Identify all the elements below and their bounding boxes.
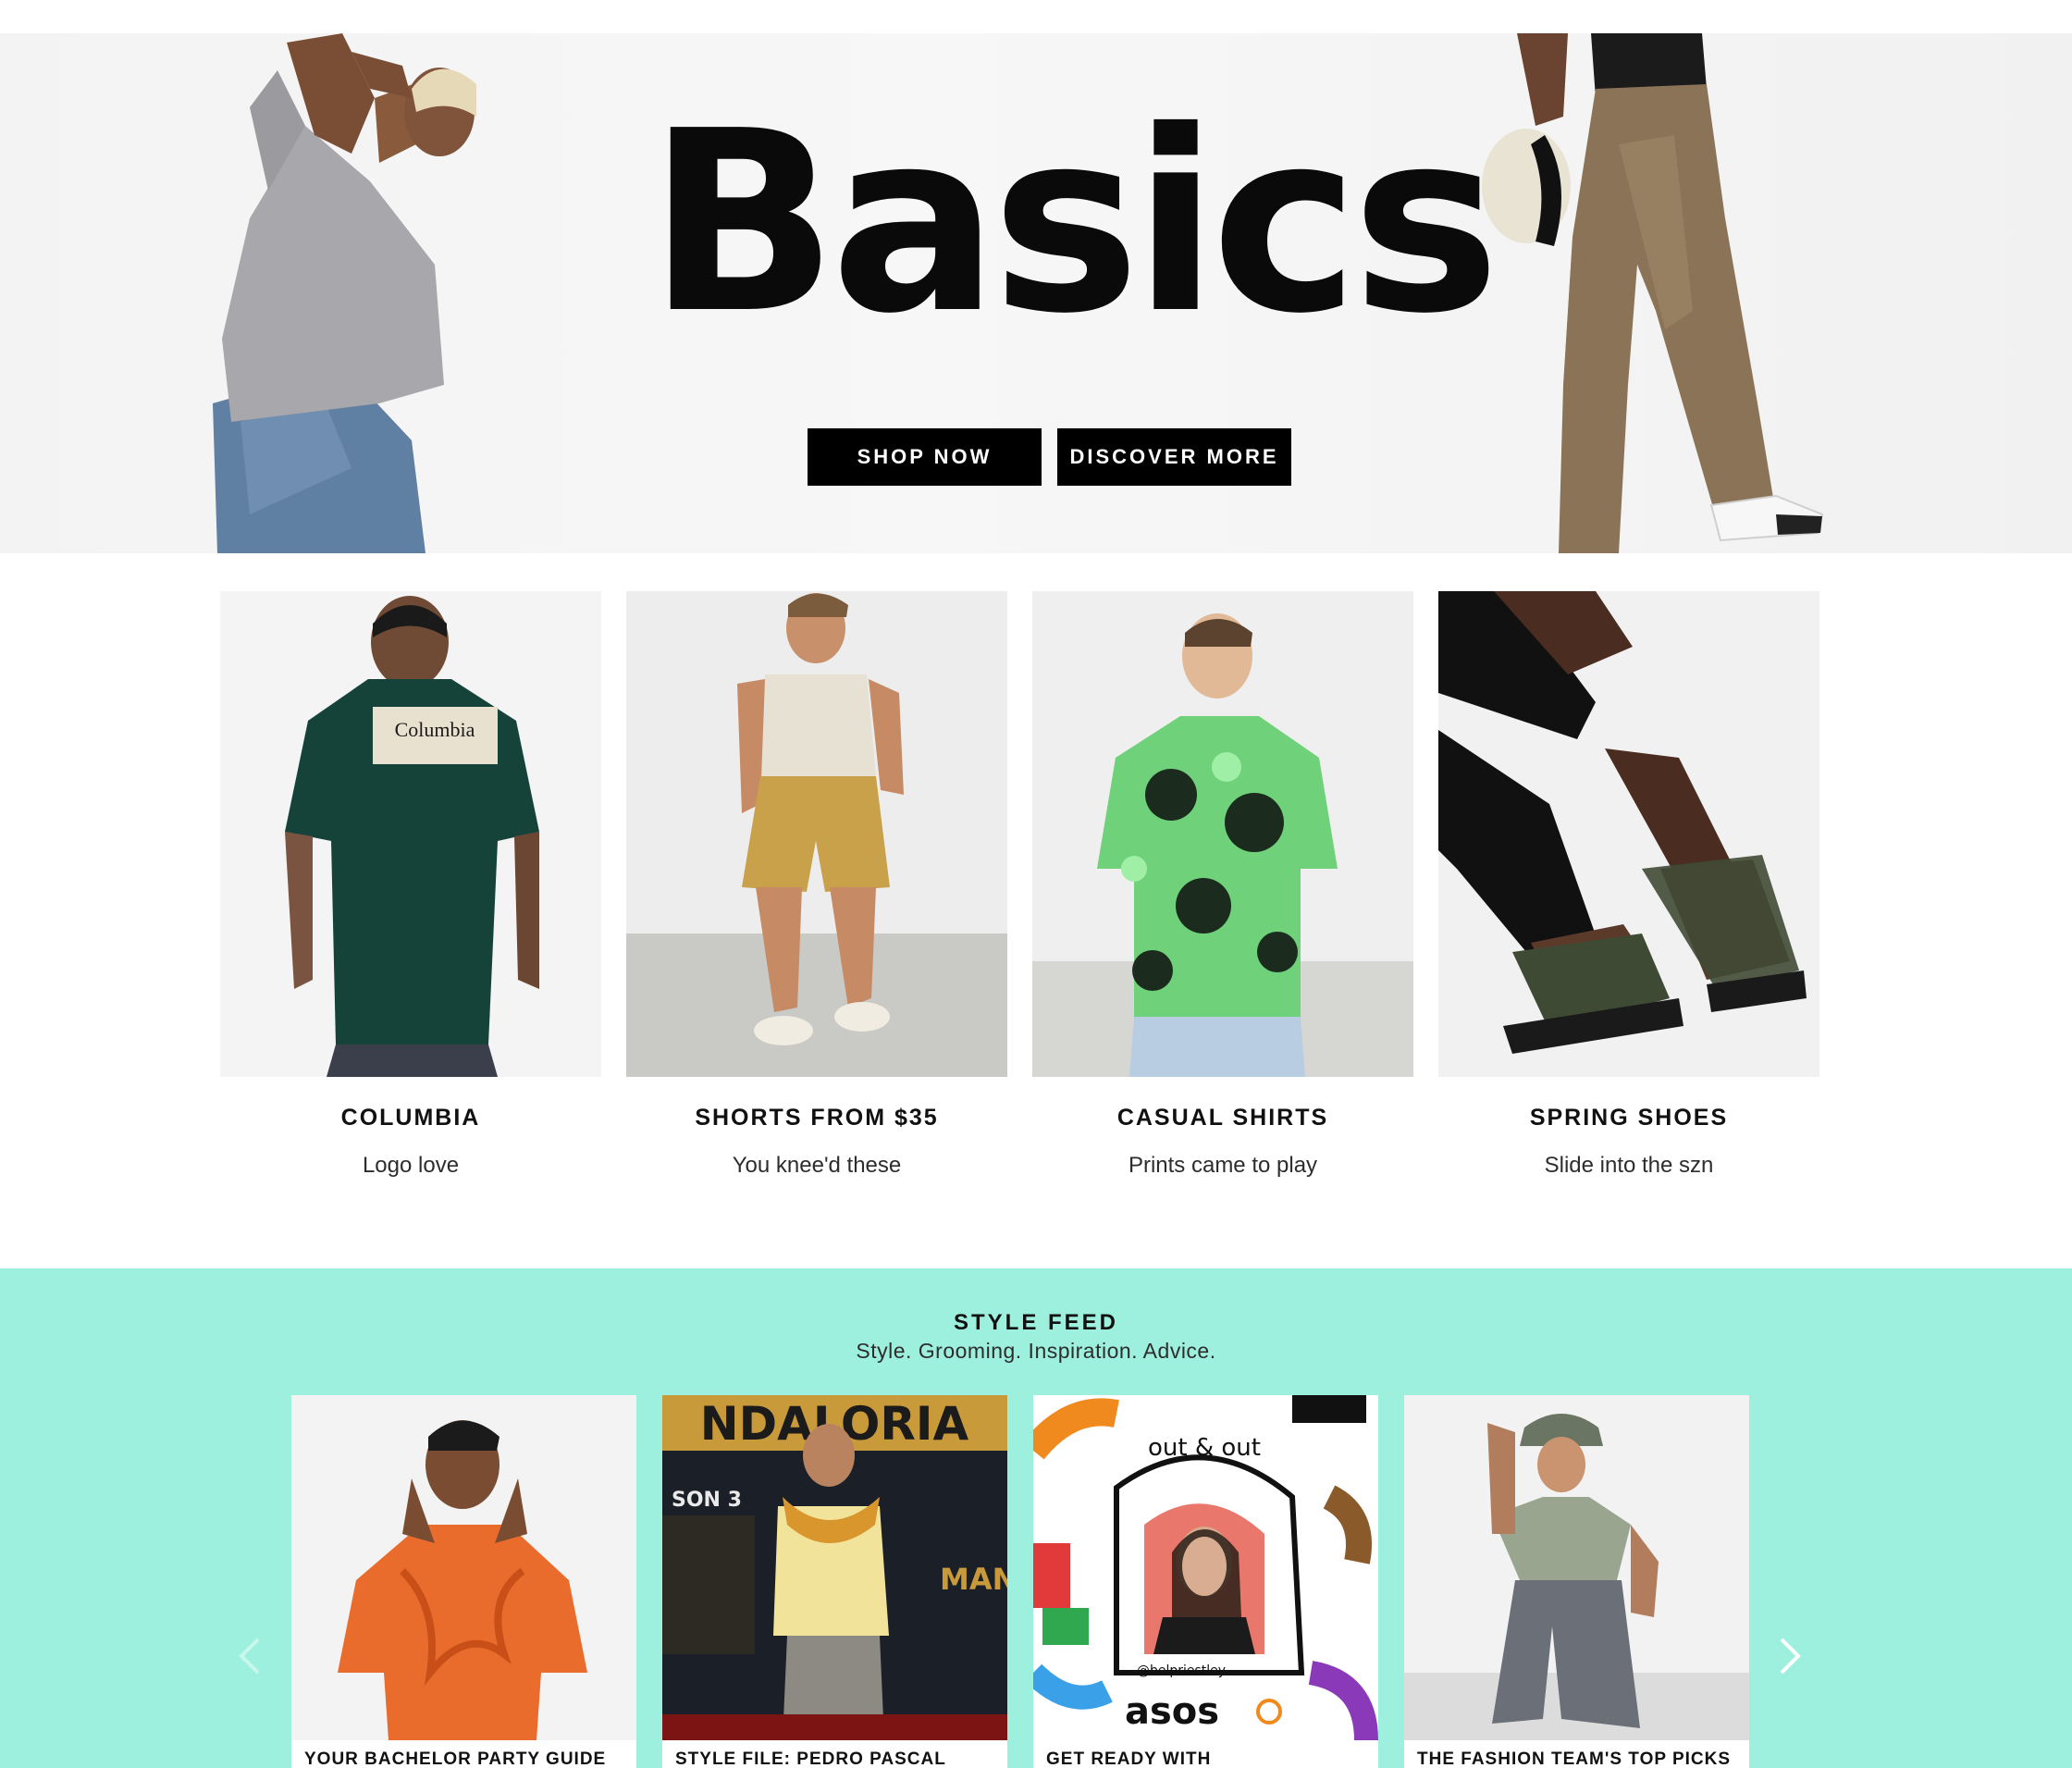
category-card-casual-shirts[interactable]: CASUAL SHIRTS Prints came to play	[1032, 591, 1413, 1179]
columbia-tee-image: Columbia	[220, 591, 601, 1077]
card-subtitle: Prints came to play	[1128, 1153, 1318, 1178]
banner-mid-text: SON 3	[672, 1489, 742, 1512]
get-ready-with-image: out & out @belpriestley asos	[1033, 1395, 1378, 1740]
feed-card-caption: STYLE FILE: PEDRO PASCAL	[675, 1749, 946, 1768]
feed-card-caption: THE FASHION TEAM'S TOP PICKS	[1417, 1749, 1732, 1768]
card-subtitle: Slide into the szn	[1544, 1153, 1714, 1178]
shop-now-button[interactable]: SHOP NOW	[808, 428, 1042, 486]
hero-title: Basics	[648, 77, 1500, 368]
spring-shoes-image	[1438, 591, 1819, 1077]
columbia-logo-text: Columbia	[395, 718, 475, 741]
style-feed-title: STYLE FEED	[953, 1310, 1119, 1335]
feed-card-caption: YOUR BACHELOR PARTY GUIDE	[304, 1749, 607, 1768]
casual-shirt-image	[1032, 591, 1413, 1077]
card-subtitle: Logo love	[362, 1153, 460, 1178]
category-card-spring-shoes[interactable]: SPRING SHOES Slide into the szn	[1438, 591, 1819, 1179]
category-card-shorts[interactable]: SHORTS FROM $35 You knee'd these	[626, 591, 1007, 1179]
banner-low-text: MANDA	[940, 1562, 1007, 1597]
feed-card-caption: GET READY WITH	[1046, 1749, 1212, 1768]
shorts-image	[626, 591, 1007, 1077]
carousel-prev-arrow[interactable]	[231, 1628, 268, 1684]
style-feed-cards: YOUR BACHELOR PARTY GUIDE NDALORIA SON 3…	[291, 1395, 1749, 1768]
feed-card-bachelor-party[interactable]: YOUR BACHELOR PARTY GUIDE	[291, 1395, 636, 1768]
category-card-columbia[interactable]: Columbia COLUMBIA Logo love	[220, 591, 601, 1179]
chevron-left-icon	[239, 1638, 260, 1675]
hero-model-left-image	[213, 33, 476, 553]
style-feed-subtitle: Style. Grooming. Inspiration. Advice.	[856, 1339, 1216, 1363]
category-cards: Columbia COLUMBIA Logo love SHORTS FROM …	[220, 591, 1819, 1179]
card-title: COLUMBIA	[340, 1105, 481, 1131]
card-title: SHORTS FROM $35	[695, 1105, 939, 1131]
hero-buttons: SHOP NOW DISCOVER MORE	[808, 428, 1291, 486]
fashion-team-picks-image	[1404, 1395, 1749, 1740]
feed-card-pedro-pascal[interactable]: NDALORIA SON 3 MANDA STYLE FILE: PEDRO P…	[662, 1395, 1007, 1768]
card-title: SPRING SHOES	[1529, 1105, 1729, 1131]
card-title: CASUAL SHIRTS	[1116, 1105, 1329, 1131]
chevron-right-icon	[1780, 1638, 1801, 1675]
style-feed: STYLE FEED Style. Grooming. Inspiration.…	[0, 1268, 2072, 1768]
feed-card-fashion-team-picks[interactable]: THE FASHION TEAM'S TOP PICKS	[1404, 1395, 1749, 1768]
pedro-pascal-image: NDALORIA SON 3 MANDA	[662, 1395, 1007, 1740]
hero-model-right-image	[1482, 33, 1824, 553]
discover-more-button[interactable]: DISCOVER MORE	[1057, 428, 1291, 486]
handle-text: @belpriestley	[1137, 1663, 1226, 1678]
carousel-next-arrow[interactable]	[1771, 1628, 1808, 1684]
out-and-out-badge: out & out	[1148, 1434, 1261, 1462]
card-subtitle: You knee'd these	[732, 1153, 902, 1178]
asos-logo: asos	[1125, 1690, 1219, 1733]
bachelor-party-image	[291, 1395, 636, 1740]
feed-card-get-ready-with[interactable]: out & out @belpriestley asos GET READY W…	[1033, 1395, 1378, 1768]
hero-banner: Basics SHOP NOW DISCOVER MORE	[0, 33, 2072, 553]
